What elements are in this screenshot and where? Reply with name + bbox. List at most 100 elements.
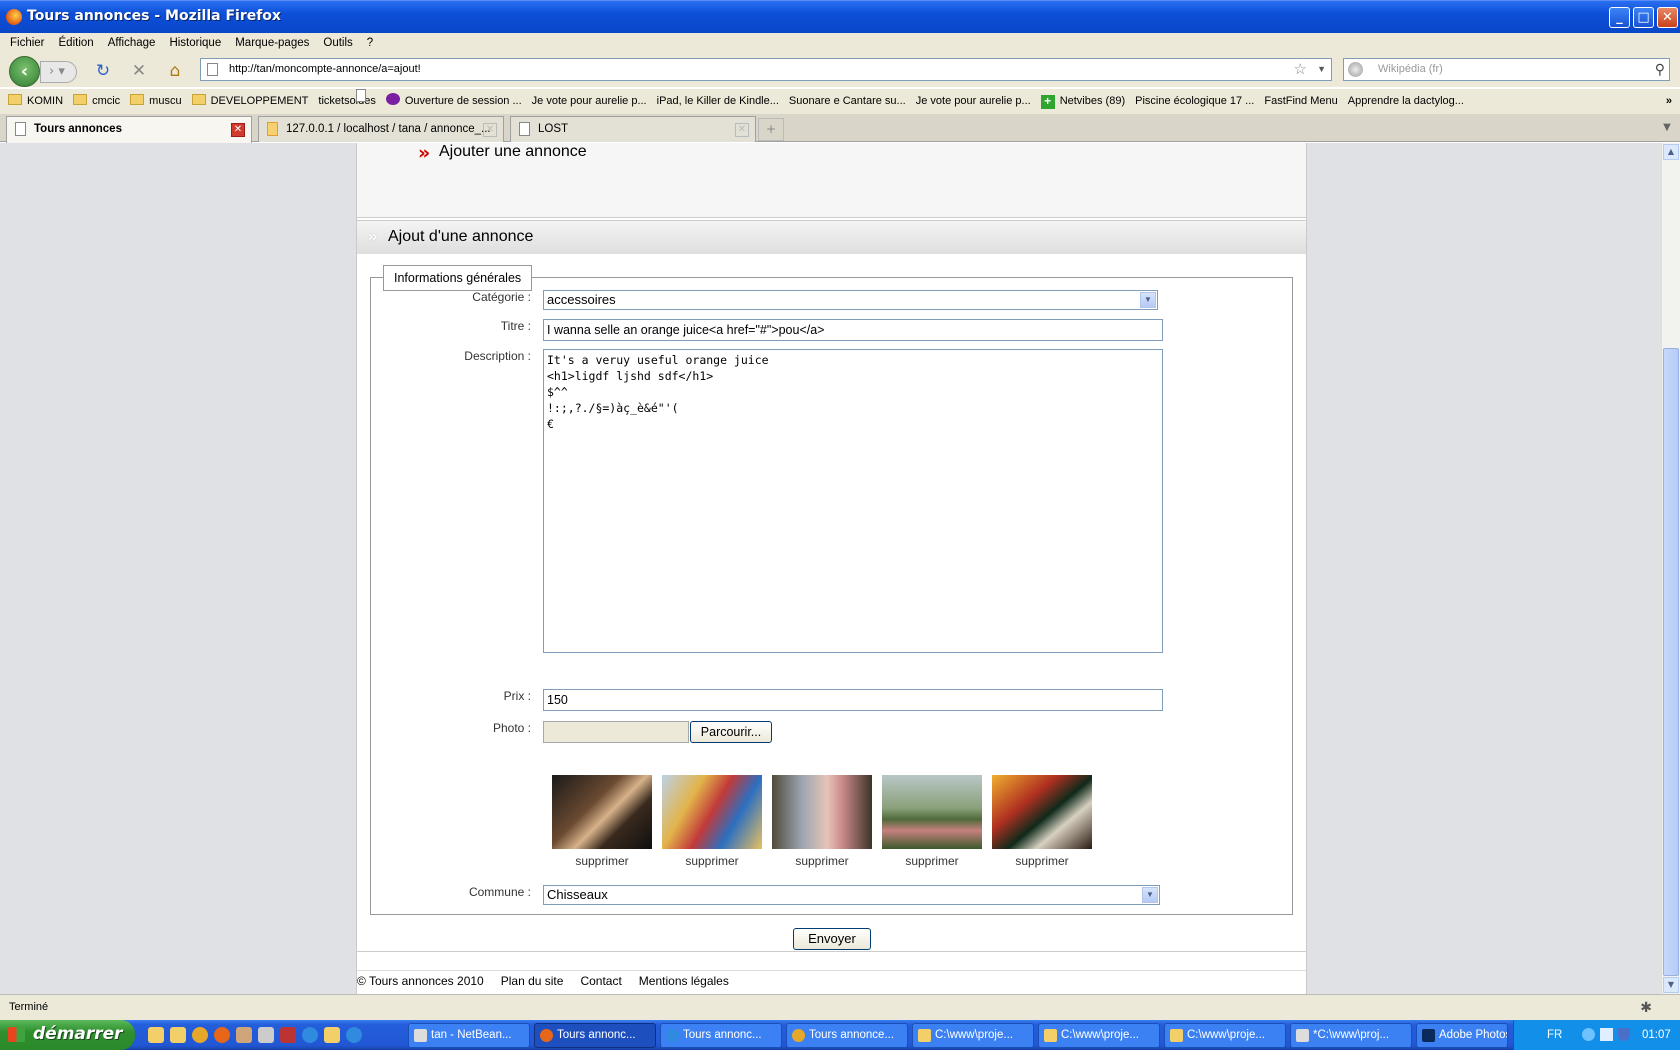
back-button[interactable]: ‹ xyxy=(9,56,40,87)
task-label: Tours annonc... xyxy=(683,1029,762,1041)
tab-tours-annonces[interactable]: Tours annonces ✕ xyxy=(6,116,252,143)
task-chrome[interactable]: Tours annonce... xyxy=(786,1023,908,1048)
menu-marque-pages[interactable]: Marque-pages xyxy=(228,33,316,53)
category-value: accessoires xyxy=(547,292,616,307)
home-icon[interactable]: ⌂ xyxy=(165,61,185,81)
delete-photo-link[interactable]: supprimer xyxy=(772,854,872,868)
bookmark-item[interactable]: muscu xyxy=(130,89,182,113)
contact-link[interactable]: Contact xyxy=(580,974,621,988)
bookmark-item[interactable]: FastFind Menu xyxy=(356,89,1338,113)
task-explorer[interactable]: C:\www\proje... xyxy=(912,1023,1034,1048)
folder-icon[interactable] xyxy=(148,1027,164,1043)
maximize-button[interactable]: □ xyxy=(1633,7,1654,28)
firefox-icon[interactable] xyxy=(214,1027,230,1043)
delete-photo-link[interactable]: supprimer xyxy=(882,854,982,868)
tool-icon[interactable] xyxy=(258,1027,274,1043)
tab-phpmyadmin[interactable]: 127.0.0.1 / localhost / tana / annonce_.… xyxy=(258,116,504,142)
description-label: Description : xyxy=(464,349,531,363)
bookmark-item[interactable]: Ouverture de session ... xyxy=(385,89,522,113)
task-editor[interactable]: *C:\www\proj... xyxy=(1290,1023,1412,1048)
tab-list-icon[interactable]: ▼ xyxy=(1654,116,1680,142)
delete-photo-link[interactable]: supprimer xyxy=(992,854,1092,868)
scroll-down-icon[interactable]: ▼ xyxy=(1663,977,1679,993)
description-textarea[interactable]: It's a veruy useful orange juice <h1>lig… xyxy=(543,349,1163,653)
menu-outils[interactable]: Outils xyxy=(316,33,359,53)
browse-button[interactable]: Parcourir... xyxy=(690,721,772,743)
chrome-icon[interactable] xyxy=(192,1027,208,1043)
task-explorer[interactable]: C:\www\proje... xyxy=(1038,1023,1160,1048)
reload-icon[interactable]: ↻ xyxy=(93,61,113,81)
menu-historique[interactable]: Historique xyxy=(162,33,228,53)
delete-photo-link[interactable]: supprimer xyxy=(662,854,762,868)
close-tab-icon[interactable]: ✕ xyxy=(231,123,245,137)
bookmark-item[interactable]: ticketsoldes xyxy=(318,89,376,113)
minimize-button[interactable]: _ xyxy=(1609,7,1630,28)
app-icon[interactable] xyxy=(280,1027,296,1043)
bookmark-item[interactable]: KOMIN xyxy=(8,89,63,113)
close-tab-icon[interactable]: ✕ xyxy=(483,123,497,137)
vertical-scrollbar[interactable]: ▲ ▼ xyxy=(1661,143,1680,994)
task-firefox[interactable]: Tours annonc... xyxy=(534,1023,656,1048)
search-icon[interactable]: ⚲ xyxy=(1655,59,1665,80)
submit-button[interactable]: Envoyer xyxy=(793,928,871,950)
folder-icon[interactable] xyxy=(170,1027,186,1043)
forward-button[interactable]: › ▾ xyxy=(40,61,77,83)
internet-explorer-icon[interactable] xyxy=(302,1027,318,1043)
bookmark-star-icon[interactable]: ☆ xyxy=(1294,59,1307,80)
new-tab-button[interactable]: + xyxy=(758,118,784,141)
scroll-up-icon[interactable]: ▲ xyxy=(1663,144,1679,160)
price-input[interactable]: 150 xyxy=(543,689,1163,711)
bookmark-label: cmcic xyxy=(92,95,121,107)
bookmark-label: Apprendre la dactylog... xyxy=(1347,95,1464,107)
user-icon[interactable] xyxy=(236,1027,252,1043)
bookmark-item[interactable]: Piscine écologique 17 ... xyxy=(356,89,1254,113)
title-input[interactable]: I wanna selle an orange juice<a href="#"… xyxy=(543,319,1163,341)
menu-affichage[interactable]: Affichage xyxy=(101,33,163,53)
firebug-icon[interactable]: ✱ xyxy=(1640,995,1652,1019)
search-field[interactable]: Wikipédia (fr) ⚲ xyxy=(1343,58,1670,81)
photo-file-input[interactable] xyxy=(543,721,689,743)
bookmark-item[interactable]: + Netvibes (89) xyxy=(1040,89,1125,113)
taskbar: démarrer tan - NetBean... Tours annonc..… xyxy=(0,1020,1680,1050)
bookmark-item[interactable]: cmcic xyxy=(73,89,120,113)
bookmark-item[interactable]: Je vote pour aurelie p... xyxy=(356,89,647,113)
bookmark-item[interactable]: Apprendre la dactylog... xyxy=(356,89,1464,113)
start-button[interactable]: démarrer xyxy=(0,1020,135,1050)
bookmark-item[interactable]: Je vote pour aurelie p... xyxy=(356,89,1031,113)
bookmark-item[interactable]: iPad, le Killer de Kindle... xyxy=(356,89,779,113)
chevron-down-icon[interactable]: ▼ xyxy=(1140,292,1156,308)
menu-fichier[interactable]: Fichier xyxy=(3,33,52,53)
legal-link[interactable]: Mentions légales xyxy=(639,974,729,988)
sitemap-link[interactable]: Plan du site xyxy=(501,974,564,988)
language-indicator[interactable]: FR xyxy=(1547,1020,1562,1050)
url-dropdown-icon[interactable]: ▼ xyxy=(1317,59,1326,80)
dropbox-icon[interactable] xyxy=(1600,1028,1613,1041)
security-icon[interactable] xyxy=(1618,1028,1630,1041)
folder-icon[interactable] xyxy=(324,1027,340,1043)
task-ie[interactable]: Tours annonc... xyxy=(660,1023,782,1048)
search-engine-icon[interactable] xyxy=(1348,62,1363,77)
title-bar: Tours annonces - Mozilla Firefox _ □ ✕ xyxy=(0,0,1680,33)
close-button[interactable]: ✕ xyxy=(1657,7,1678,28)
menu-edition[interactable]: Édition xyxy=(52,33,101,53)
task-explorer[interactable]: C:\www\proje... xyxy=(1164,1023,1286,1048)
commune-select[interactable]: Chisseaux ▼ xyxy=(543,885,1160,905)
category-select[interactable]: accessoires ▼ xyxy=(543,290,1158,310)
add-listing-link[interactable]: Ajouter une annonce xyxy=(439,143,587,161)
network-icon[interactable] xyxy=(1582,1028,1595,1041)
close-tab-icon[interactable]: ✕ xyxy=(735,123,749,137)
bookmark-item[interactable]: DEVELOPPEMENT xyxy=(191,89,308,113)
task-photoshop[interactable]: Adobe Photos... xyxy=(1416,1023,1508,1048)
search-placeholder: Wikipédia (fr) xyxy=(1378,63,1443,75)
menu-help[interactable]: ? xyxy=(360,33,380,53)
stop-icon[interactable]: ✕ xyxy=(129,61,149,81)
delete-photo-link[interactable]: supprimer xyxy=(552,854,652,868)
scrollbar-thumb[interactable] xyxy=(1663,348,1679,976)
tab-lost[interactable]: LOST ✕ xyxy=(510,116,756,142)
task-netbeans[interactable]: tan - NetBean... xyxy=(408,1023,530,1048)
bookmarks-overflow-icon[interactable]: » xyxy=(1666,89,1672,113)
url-field[interactable]: http://tan/moncompte-annonce/a=ajout! ☆ … xyxy=(200,58,1332,81)
bookmark-item[interactable]: Suonare e Cantare su... xyxy=(356,89,906,113)
internet-explorer-icon[interactable] xyxy=(346,1027,362,1043)
chevron-down-icon[interactable]: ▼ xyxy=(1142,887,1158,903)
